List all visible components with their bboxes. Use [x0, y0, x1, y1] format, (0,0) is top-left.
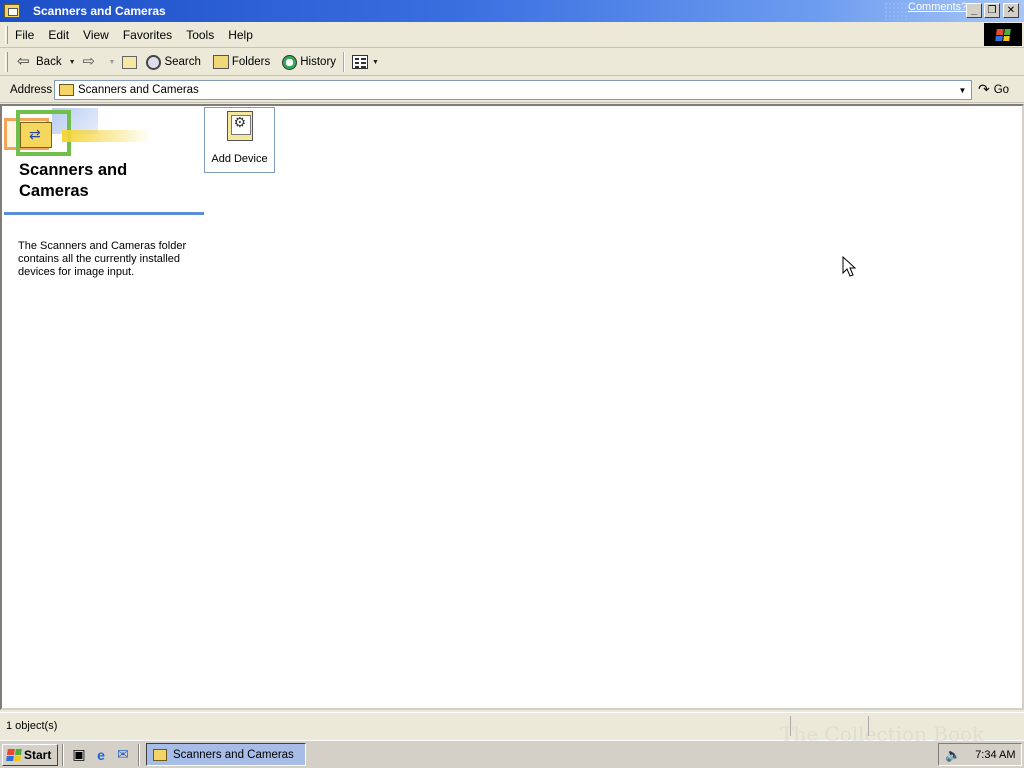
watermark-text: The Collection Book	[780, 722, 985, 746]
forward-arrow-icon	[83, 52, 99, 70]
menu-edit[interactable]: Edit	[41, 23, 76, 47]
address-bar: Address Scanners and Cameras ▼ ↷ Go	[0, 77, 1024, 103]
add-device-item[interactable]: Add Device	[204, 107, 275, 173]
taskbar-separator	[138, 743, 140, 766]
windows-logo-icon	[984, 23, 1022, 46]
views-dropdown-icon: ▼	[372, 58, 379, 66]
forward-dropdown-icon[interactable]: ▼	[109, 59, 116, 66]
up-button[interactable]	[119, 51, 143, 73]
go-arrow-icon: ↷	[978, 81, 990, 97]
folders-label: Folders	[231, 56, 271, 68]
menu-view[interactable]: View	[76, 23, 116, 47]
taskbar-window-label: Scanners and Cameras	[173, 748, 294, 761]
search-icon	[146, 54, 162, 70]
scanner-folder-icon	[59, 84, 74, 96]
menu-help[interactable]: Help	[221, 23, 260, 47]
history-label: History	[300, 56, 337, 68]
comments-link[interactable]: Comments?	[908, 1, 967, 13]
scanner-folder-icon	[153, 748, 167, 761]
address-label: Address	[10, 83, 53, 96]
volume-icon[interactable]: 🔈	[945, 747, 961, 763]
taskbar-separator	[62, 743, 64, 766]
panel-description: The Scanners and Cameras folder contains…	[18, 240, 187, 278]
titlebar-pattern	[884, 2, 908, 20]
menu-file[interactable]: File	[8, 23, 41, 47]
start-label: Start	[24, 747, 52, 762]
standard-toolbar: Back ▼ ▼ Search Folders History ▼	[0, 49, 1024, 76]
scanner-folder-icon	[4, 4, 20, 18]
go-button[interactable]: ↷ Go	[978, 81, 1009, 98]
search-label: Search	[164, 56, 201, 68]
panel-divider	[4, 212, 204, 215]
history-button[interactable]: History	[279, 51, 339, 73]
up-folder-icon	[122, 55, 138, 69]
address-value: Scanners and Cameras	[78, 84, 199, 96]
go-label: Go	[993, 83, 1010, 96]
outlook-express-icon[interactable]: ✉	[114, 746, 132, 764]
folder-view[interactable]: Scanners and Cameras The Scanners and Ca…	[0, 104, 1024, 710]
minimize-button[interactable]: _	[966, 3, 982, 18]
start-button[interactable]: Start	[2, 743, 58, 766]
internet-explorer-icon[interactable]: e	[92, 746, 110, 764]
views-button[interactable]: ▼	[349, 51, 383, 73]
status-text: 1 object(s)	[6, 720, 58, 732]
taskbar-window-button[interactable]: Scanners and Cameras	[146, 743, 306, 766]
menu-tools[interactable]: Tools	[179, 23, 221, 47]
forward-button[interactable]	[80, 51, 105, 73]
add-device-label: Add Device	[211, 153, 268, 165]
history-icon	[282, 54, 298, 70]
window-title: Scanners and Cameras	[33, 4, 166, 18]
back-label: Back	[36, 56, 62, 68]
system-tray: 🔈 7:34 AM	[938, 743, 1022, 766]
back-button[interactable]: Back	[14, 51, 65, 73]
title-bar[interactable]: Scanners and Cameras Comments? _ ❐ ✕	[0, 0, 1024, 22]
panel-heading: Scanners and Cameras	[19, 161, 128, 200]
menu-bar: File Edit View Favorites Tools Help	[0, 22, 1024, 48]
banner-decoration	[62, 130, 152, 142]
back-arrow-icon	[17, 52, 33, 70]
windows-flag-icon	[6, 748, 22, 761]
views-icon	[352, 55, 369, 69]
folders-icon	[212, 55, 229, 69]
webview-panel: Scanners and Cameras The Scanners and Ca…	[4, 108, 204, 278]
search-button[interactable]: Search	[143, 51, 203, 73]
back-dropdown-icon[interactable]: ▼	[69, 59, 76, 66]
address-dropdown-icon[interactable]: ▼	[954, 81, 971, 99]
show-desktop-icon[interactable]: ▣	[70, 746, 88, 764]
add-device-icon	[226, 111, 253, 141]
toolbar-grip[interactable]	[5, 52, 8, 72]
restore-button[interactable]: ❐	[984, 3, 1000, 18]
menu-favorites[interactable]: Favorites	[116, 23, 179, 47]
folders-button[interactable]: Folders	[210, 51, 273, 73]
scanners-folder-icon	[20, 122, 52, 148]
address-input[interactable]: Scanners and Cameras ▼	[54, 80, 972, 100]
mouse-cursor-icon	[842, 256, 857, 277]
close-button[interactable]: ✕	[1003, 3, 1019, 18]
clock[interactable]: 7:34 AM	[975, 749, 1015, 761]
toolbar-separator	[343, 52, 346, 72]
